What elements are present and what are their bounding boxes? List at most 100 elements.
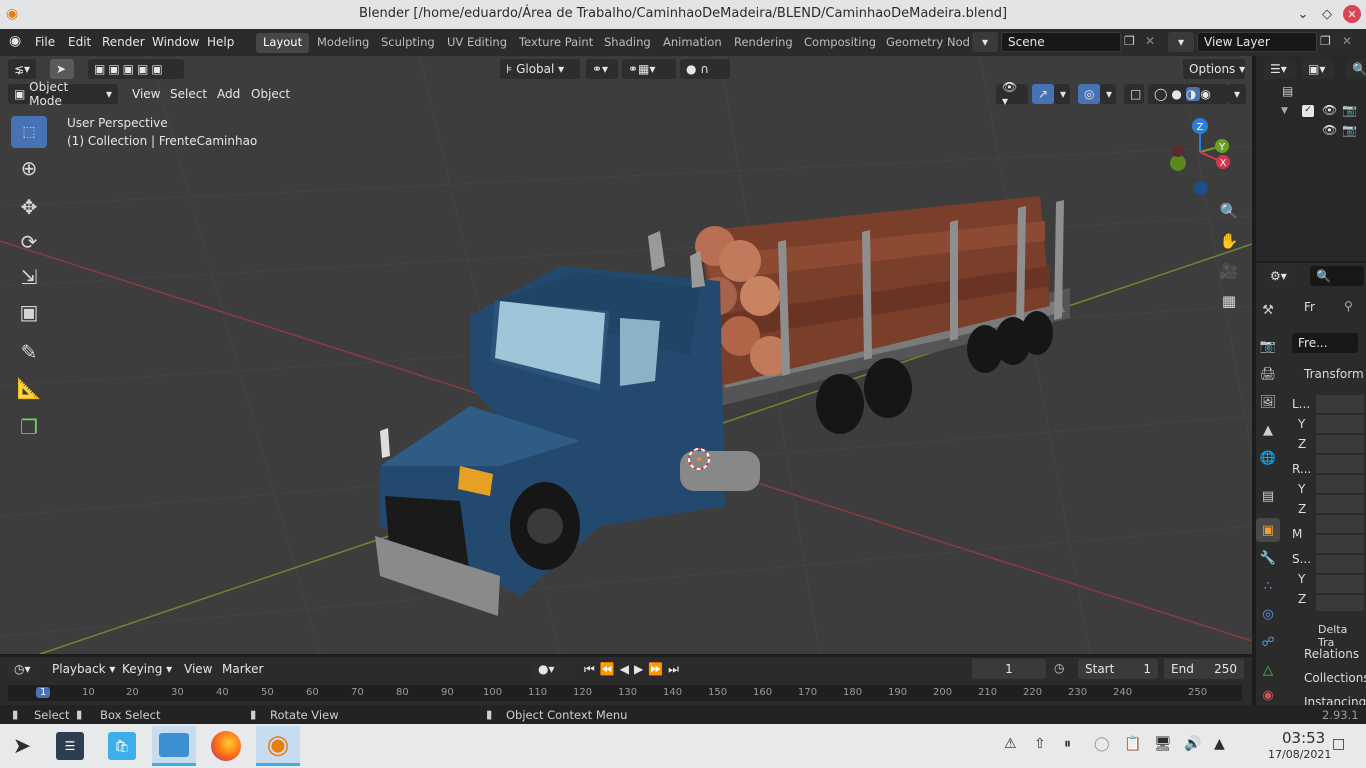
section-instancing[interactable]: Instancing <box>1304 695 1366 705</box>
tab-texture-paint[interactable]: Texture Paint <box>512 33 600 53</box>
menu-add[interactable]: Add <box>217 87 240 101</box>
section-relations[interactable]: Relations <box>1304 647 1359 661</box>
tab-uv-editing[interactable]: UV Editing <box>440 33 514 53</box>
transform-tool[interactable]: ▣ <box>11 296 47 328</box>
tab-physics[interactable]: ◎ <box>1256 602 1280 626</box>
playback-menu[interactable]: Playback ▾ <box>46 659 115 679</box>
proportional-edit-toggle[interactable]: ● ∩ <box>680 59 730 79</box>
tab-rendering[interactable]: Rendering <box>727 33 800 53</box>
editor-type-button[interactable]: ⋦▾ <box>8 59 37 79</box>
current-frame-field[interactable]: 1 <box>972 659 1046 679</box>
object-data-field[interactable]: Fre... <box>1292 333 1358 353</box>
shading-dropdown[interactable]: ▾ <box>1228 84 1246 104</box>
overlay-dropdown[interactable]: ▾ <box>1100 84 1116 104</box>
camera-render-icon[interactable]: 📷 <box>1342 123 1357 137</box>
blender-menu-icon[interactable]: ◉ <box>9 33 21 49</box>
close-button[interactable]: ✕ <box>1343 5 1361 23</box>
menu-edit[interactable]: Edit <box>68 35 91 49</box>
gizmo-dropdown[interactable]: ▾ <box>1054 84 1070 104</box>
tab-constraints[interactable]: ☍ <box>1256 630 1280 654</box>
task-firefox[interactable] <box>204 726 248 766</box>
playback-controls[interactable]: ⏮⏪◀▶⏩⏭ <box>578 659 698 679</box>
3d-viewport[interactable]: User Perspective (1) Collection | Frente… <box>0 56 1252 654</box>
snap-toggle[interactable]: ⚭▦▾ <box>622 59 676 79</box>
tab-output[interactable]: 🖨 <box>1256 362 1280 386</box>
clock-date[interactable]: 17/08/2021 <box>1268 748 1331 761</box>
tab-render[interactable]: 📷 <box>1256 334 1280 358</box>
shading-modes[interactable]: ◯● ◑ ◉ <box>1148 84 1228 104</box>
tab-modifiers[interactable]: 🔧 <box>1256 546 1280 570</box>
new-scene-icon[interactable]: ❐ <box>1124 34 1135 48</box>
delete-view-layer-icon[interactable]: ✕ <box>1342 34 1352 48</box>
navigation-gizmo[interactable]: Z Y X <box>1162 116 1242 206</box>
outliner-display-mode[interactable]: ▣▾ <box>1302 59 1334 79</box>
pan-button[interactable]: ✋ <box>1216 228 1242 254</box>
menu-help[interactable]: Help <box>207 35 234 49</box>
tab-sculpting[interactable]: Sculpting <box>374 33 442 53</box>
minimize-button[interactable]: ⌄ <box>1294 5 1312 23</box>
tab-scene[interactable]: ▲ <box>1256 418 1280 442</box>
clock-time[interactable]: 03:53 <box>1282 729 1325 747</box>
timeline-ruler[interactable]: 1 10 20 30 40 50 60 70 80 90 100 110 120… <box>8 685 1242 701</box>
ortho-toggle-button[interactable]: ▦ <box>1216 288 1242 314</box>
section-delta-transform[interactable]: Delta Tra <box>1318 623 1366 649</box>
transform-value-fields[interactable] <box>1316 395 1364 611</box>
eye-icon[interactable]: 👁 <box>1322 103 1337 117</box>
tab-shading[interactable]: Shading <box>597 33 658 53</box>
cursor-tool[interactable]: ⊕ <box>11 152 47 184</box>
task-settings[interactable]: ☰ <box>48 726 92 766</box>
xray-toggle[interactable]: □ <box>1124 84 1144 104</box>
pin-icon[interactable]: ⚲ <box>1344 299 1353 313</box>
gizmo-toggle[interactable]: ↗ <box>1032 84 1054 104</box>
menu-render[interactable]: Render <box>102 35 145 49</box>
eye-icon[interactable]: 👁 <box>1322 123 1337 137</box>
menu-select[interactable]: Select <box>170 87 207 101</box>
properties-editor-type[interactable]: ⚙▾ <box>1264 266 1296 286</box>
task-blender[interactable]: ◉ <box>256 726 300 766</box>
collection-checkbox[interactable]: ✓ <box>1302 105 1314 117</box>
overlay-toggle[interactable]: ◎ <box>1078 84 1100 104</box>
tab-particles[interactable]: ∴ <box>1256 574 1280 598</box>
menu-object[interactable]: Object <box>251 87 290 101</box>
visibility-dropdown[interactable]: 👁▾ <box>996 80 1028 108</box>
object-mode-dropdown[interactable]: ▣ Object Mode ▾ <box>8 80 118 108</box>
playhead-frame[interactable]: 1 <box>36 687 51 698</box>
notification-icon[interactable]: ⚠ <box>1004 736 1017 752</box>
tab-modeling[interactable]: Modeling <box>310 33 376 53</box>
section-collections[interactable]: Collections <box>1304 671 1366 685</box>
view-layer-selector[interactable]: ▾ <box>1168 32 1194 52</box>
scale-tool[interactable]: ⇲ <box>11 261 47 293</box>
show-desktop-icon[interactable]: □ <box>1332 736 1345 752</box>
transform-header[interactable]: Transform <box>1304 367 1364 381</box>
measure-tool[interactable]: 📐 <box>11 372 47 404</box>
tab-object[interactable]: ▣ <box>1256 518 1280 542</box>
media-pause-icon[interactable]: ⏸ <box>1064 736 1071 752</box>
annotate-tool[interactable]: ✎ <box>11 336 47 368</box>
move-tool[interactable]: ✥ <box>11 191 47 223</box>
tray-expand-icon[interactable]: ▲ <box>1214 736 1225 752</box>
properties-search[interactable]: 🔍 <box>1310 266 1364 286</box>
tool-select-button[interactable]: ➤ <box>50 59 74 79</box>
select-box-tool[interactable]: ⬚ <box>11 116 47 148</box>
add-cube-tool[interactable]: ❐ <box>11 411 47 443</box>
app-launcher[interactable]: ➤ <box>0 726 44 766</box>
clipboard-icon[interactable]: 📋 <box>1124 736 1141 752</box>
tab-data[interactable]: △ <box>1256 658 1280 682</box>
volume-icon[interactable]: 🔊 <box>1184 736 1201 752</box>
timeline-editor-type[interactable]: ◷▾ <box>8 659 40 679</box>
menu-file[interactable]: File <box>35 35 55 49</box>
view-layer-field[interactable]: View Layer <box>1197 32 1317 52</box>
menu-view[interactable]: View <box>132 87 160 101</box>
tab-compositing[interactable]: Compositing <box>797 33 883 53</box>
auto-keying-toggle[interactable]: ●▾ <box>532 659 570 679</box>
camera-render-icon[interactable]: 📷 <box>1342 103 1357 117</box>
rotate-tool[interactable]: ⟳ <box>11 226 47 258</box>
options-dropdown[interactable]: Options ▾ <box>1183 59 1245 79</box>
camera-view-button[interactable]: 🎥 <box>1216 258 1242 284</box>
tab-collection[interactable]: ▤ <box>1256 484 1280 508</box>
clock-icon[interactable]: ◷ <box>1054 661 1064 675</box>
selection-mode-buttons[interactable]: ▣▣▣▣▣ <box>88 59 184 79</box>
pivot-dropdown[interactable]: ⚭▾ <box>586 59 618 79</box>
new-view-layer-icon[interactable]: ❐ <box>1320 34 1331 48</box>
maximize-button[interactable]: ◇ <box>1318 5 1336 23</box>
